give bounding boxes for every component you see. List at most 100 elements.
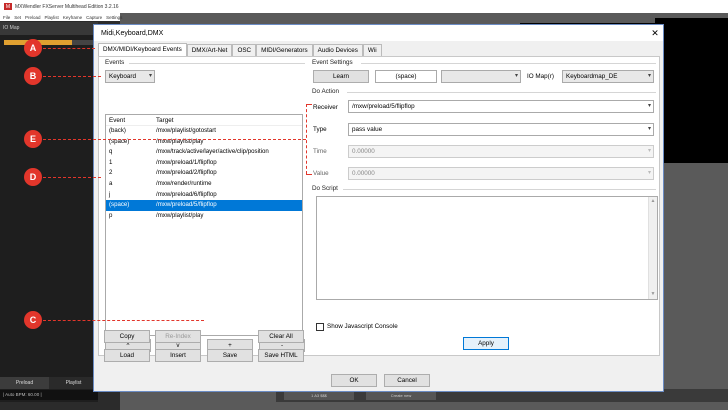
list-item[interactable]: q/mxw/track/active/layer/active/clip/pos…	[106, 147, 302, 158]
tab-osc[interactable]: OSC	[232, 44, 257, 56]
close-icon[interactable]: ✕	[647, 28, 663, 39]
menu-capture[interactable]: Capture	[86, 15, 102, 20]
save-button[interactable]: Save	[207, 349, 253, 362]
event-cell: p	[109, 211, 113, 219]
annotation-marker-a: A	[24, 39, 42, 57]
time-value: 0.00000	[352, 148, 375, 155]
time-field[interactable]: 0.00000 ▾	[348, 145, 654, 158]
column-target: Target	[156, 117, 174, 124]
annotation-marker-c: C	[24, 311, 42, 329]
dialog-titlebar: Midi,Keyboard,DMX ✕	[94, 25, 663, 41]
app-title: MXWendler FXServer Multihead Edition 3.2…	[15, 3, 119, 10]
event-type-combo[interactable]: ▾	[441, 70, 521, 83]
app-output-area	[655, 18, 728, 163]
annotation-line-b	[43, 76, 101, 77]
list-item[interactable]: 1/mxw/preload/1/flipflop	[106, 158, 302, 169]
time-label: Time	[313, 148, 327, 155]
io-map-label: IO Map(r)	[527, 73, 554, 80]
menu-file[interactable]: File	[3, 15, 10, 20]
receiver-label: Receiver	[313, 104, 338, 111]
annotation-bracket-e	[306, 104, 307, 174]
script-editor[interactable]: ▲ ▼	[316, 196, 658, 300]
list-item[interactable]: a/mxw/render/runtime	[106, 179, 302, 190]
bottom-item-1[interactable]: 1 A3 $$$	[284, 391, 354, 400]
target-cell: /mxw/playlist/gotostart	[156, 127, 216, 134]
tab-dmx-artnet[interactable]: DMX/Art-Net	[186, 44, 233, 56]
tab-wii[interactable]: Wii	[362, 44, 382, 56]
value-label: Value	[313, 170, 329, 177]
device-combo[interactable]: Keyboard ▾	[105, 70, 155, 83]
annotation-line-d	[43, 177, 101, 178]
events-list[interactable]: Event Target (back) /mxw/playlist/gotosta…	[105, 114, 303, 336]
io-map-combo[interactable]: Keyboardmap_DE ▾	[562, 70, 654, 83]
chevron-down-icon: ▾	[647, 103, 651, 109]
receiver-value: /mxw/preload/5/flipflop	[352, 103, 415, 110]
script-scrollbar[interactable]: ▲ ▼	[648, 197, 657, 299]
target-cell: /mxw/preload/1/flipflop	[156, 158, 217, 166]
target-cell: /mxw/preload/5/flipflop	[156, 201, 217, 209]
load-button[interactable]: Load	[104, 349, 150, 362]
event-settings-label: Event Settings	[312, 59, 353, 66]
receiver-combo[interactable]: /mxw/preload/5/flipflop ▾	[348, 100, 654, 113]
insert-button[interactable]: Insert	[155, 349, 201, 362]
target-cell: /mxw/track/active/layer/active/clip/posi…	[156, 148, 269, 156]
list-item-selected[interactable]: (space) /mxw/preload/5/flipflop	[106, 200, 302, 211]
chevron-down-icon: ▾	[647, 148, 651, 154]
event-cell: (back)	[109, 127, 126, 134]
list-item[interactable]: (back) /mxw/playlist/gotostart	[106, 126, 302, 137]
event-cell: 2	[109, 169, 113, 177]
annotation-line-c	[43, 320, 204, 321]
copy-button[interactable]: Copy	[104, 330, 150, 343]
type-value: pass value	[352, 126, 383, 133]
app-left-panel: IO Map	[0, 22, 98, 402]
annotation-bracket-e-bottom	[306, 174, 312, 175]
left-tab-playlist[interactable]: Playlist	[49, 377, 98, 389]
menu-keyframe[interactable]: Keyframe	[63, 15, 82, 20]
dialog-title: Midi,Keyboard,DMX	[101, 29, 164, 37]
list-item[interactable]: 2/mxw/preload/2/flipflop	[106, 168, 302, 179]
reindex-button[interactable]: Re-Index	[155, 330, 201, 343]
chevron-down-icon: ▾	[647, 170, 651, 176]
target-cell: /mxw/preload/6/flipflop	[156, 190, 217, 198]
app-logo-icon: M	[4, 3, 12, 10]
chevron-down-icon: ▾	[647, 73, 651, 79]
value-field[interactable]: 0.00000 ▾	[348, 167, 654, 180]
bottom-item-2[interactable]: Create new	[366, 391, 436, 400]
left-tab-preload[interactable]: Preload	[0, 377, 49, 389]
do-script-label: Do Script	[312, 185, 338, 192]
event-cell: q	[109, 148, 113, 156]
list-item[interactable]: p/mxw/playlist/play	[106, 211, 302, 222]
left-panel-title: IO Map	[0, 22, 98, 35]
event-cell: (space)	[109, 201, 130, 209]
app-menubar: File Set Preload Playlist Keyframe Captu…	[0, 13, 122, 21]
annotation-line-a	[43, 48, 95, 49]
menu-settings[interactable]: Settings	[106, 15, 122, 20]
learn-button[interactable]: Learn	[313, 70, 369, 83]
type-label: Type	[313, 126, 327, 133]
menu-set[interactable]: Set	[14, 15, 21, 20]
dialog-tabs: DMX/MIDI/Keyboard Events DMX/Art-Net OSC…	[98, 43, 382, 56]
type-combo[interactable]: pass value ▾	[348, 123, 654, 136]
chevron-down-icon: ▾	[647, 126, 651, 132]
io-map-value: Keyboardmap_DE	[566, 73, 618, 80]
annotation-bracket-e-top	[306, 104, 312, 105]
learned-event-field[interactable]: (space)	[375, 70, 437, 83]
menu-playlist[interactable]: Playlist	[45, 15, 59, 20]
ok-button[interactable]: OK	[331, 374, 377, 387]
menu-preload[interactable]: Preload	[25, 15, 41, 20]
scroll-down-icon[interactable]: ▼	[649, 290, 657, 299]
cancel-button[interactable]: Cancel	[384, 374, 430, 387]
list-item[interactable]: j/mxw/preload/6/flipflop	[106, 190, 302, 201]
tab-midi-generators[interactable]: MIDI/Generators	[256, 44, 313, 56]
apply-button[interactable]: Apply	[463, 337, 509, 350]
tab-dmx-midi-keyboard-events[interactable]: DMX/MIDI/Keyboard Events	[98, 43, 187, 56]
annotation-marker-d: D	[24, 168, 42, 186]
event-cell: j	[109, 190, 111, 198]
clear-all-button[interactable]: Clear All	[258, 330, 304, 343]
annotation-marker-b: B	[24, 67, 42, 85]
scroll-up-icon[interactable]: ▲	[649, 197, 657, 206]
show-js-console-checkbox[interactable]	[316, 323, 324, 331]
show-js-console-label: Show Javascript Console	[327, 323, 398, 330]
tab-audio-devices[interactable]: Audio Devices	[312, 44, 363, 56]
save-html-button[interactable]: Save HTML	[258, 349, 304, 362]
